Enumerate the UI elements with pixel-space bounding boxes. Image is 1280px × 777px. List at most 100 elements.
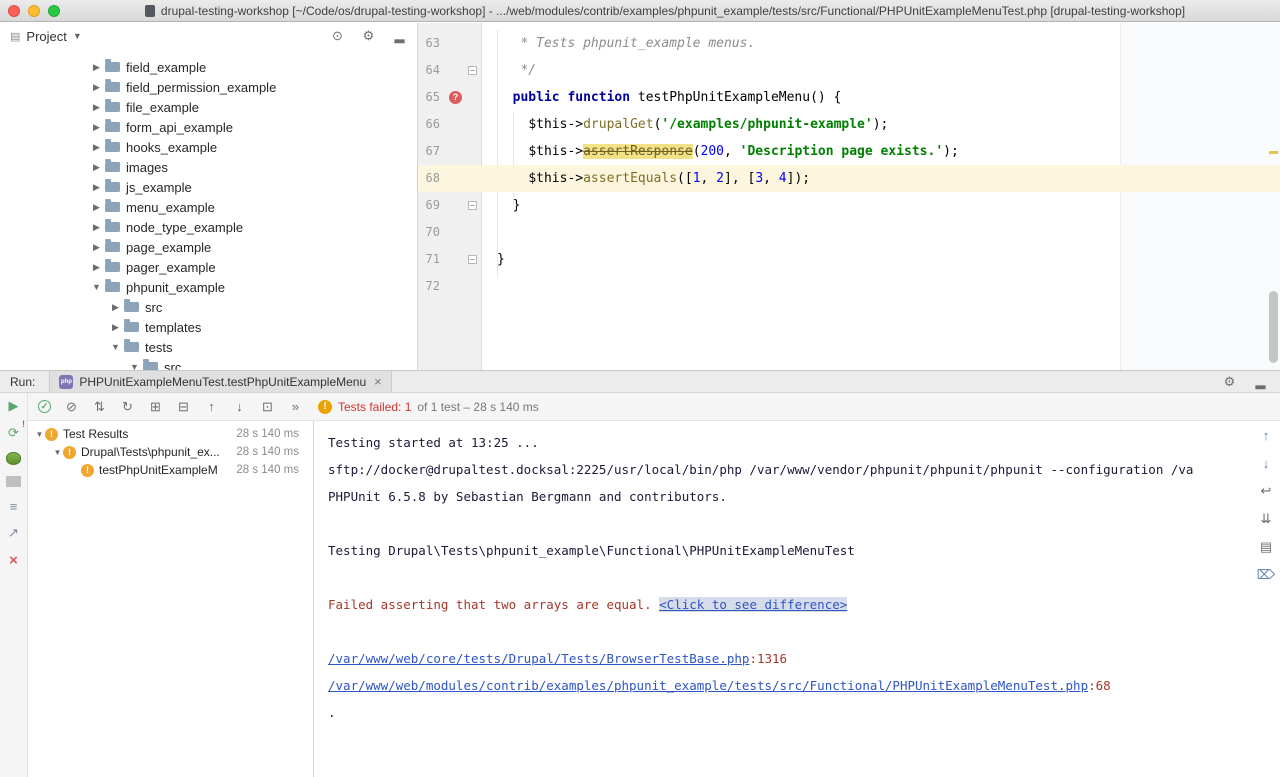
settings-gear-icon[interactable]: ⚙ [361, 28, 376, 44]
project-tree-item[interactable]: ▼src [0, 357, 417, 370]
tree-expand-icon[interactable]: ▶ [90, 162, 103, 173]
sort-by-duration-icon[interactable]: ↻ [120, 399, 135, 415]
stop-icon[interactable] [6, 476, 21, 487]
test-tree-item[interactable]: ▼!Drupal\Tests\phpunit_ex...28 s 140 ms [28, 443, 313, 461]
run-configuration-tab[interactable]: php PHPUnitExampleMenuTest.testPhpUnitEx… [49, 371, 391, 392]
folder-name: hooks_example [126, 140, 217, 155]
collapse-all-icon[interactable]: ⊟ [176, 399, 191, 415]
code-text[interactable]: $this->assertResponse(200, 'Description … [482, 138, 959, 165]
project-tree-item[interactable]: ▶js_example [0, 177, 417, 197]
project-tree-item[interactable]: ▶images [0, 157, 417, 177]
project-tree-item[interactable]: ▶page_example [0, 237, 417, 257]
tree-expand-icon[interactable]: ▶ [90, 262, 103, 273]
test-tree-item[interactable]: ▼!Test Results28 s 140 ms [28, 425, 313, 443]
see-difference-link[interactable]: <Click to see difference> [659, 597, 847, 612]
project-editor-splitter[interactable] [417, 23, 418, 370]
tree-expand-icon[interactable]: ▶ [90, 202, 103, 213]
import-tests-icon[interactable]: ⊡ [260, 399, 275, 415]
scroll-to-top-icon[interactable]: ↑ [1259, 427, 1274, 443]
project-tree-item[interactable]: ▼phpunit_example [0, 277, 417, 297]
clear-all-icon[interactable]: ⌦ [1257, 567, 1275, 583]
tree-expand-icon[interactable]: ▶ [90, 122, 103, 133]
tree-collapse-icon[interactable]: ▼ [128, 362, 141, 370]
hide-panel-icon[interactable]: ▂ [1253, 374, 1268, 390]
test-tree-item[interactable]: !testPhpUnitExampleM28 s 140 ms [28, 461, 313, 479]
run-toolbar-icons: ✓ ⊘ ⇅ ↻ ⊞ ⊟ ↑ ↓ ⊡ » [38, 399, 303, 415]
tree-expand-icon[interactable]: ▶ [109, 302, 122, 313]
minimize-window-button[interactable] [28, 5, 40, 17]
tree-expand-icon[interactable]: ▶ [109, 322, 122, 333]
project-panel-title[interactable]: Project [26, 29, 66, 44]
project-tree-item[interactable]: ▶field_example [0, 57, 417, 77]
rerun-failed-tests-icon[interactable]: ⟳! [6, 425, 21, 441]
project-tree-item[interactable]: ▶src [0, 297, 417, 317]
code-text[interactable]: } [482, 192, 520, 219]
fold-marker-icon[interactable]: − [468, 201, 477, 210]
code-token: $this [528, 171, 567, 186]
previous-failed-test-icon[interactable]: ↑ [204, 399, 219, 415]
soft-wrap-icon[interactable]: ↩ [1259, 483, 1274, 499]
rerun-icon[interactable]: ▶ [6, 398, 21, 414]
expand-all-icon[interactable]: ⊞ [148, 399, 163, 415]
project-tree-item[interactable]: ▶pager_example [0, 257, 417, 277]
tree-expand-icon[interactable]: ▶ [90, 182, 103, 193]
test-history-icon[interactable]: ≡ [6, 498, 21, 514]
tree-collapse-icon[interactable]: ▼ [90, 282, 103, 292]
code-text[interactable]: $this->drupalGet('/examples/phpunit-exam… [482, 111, 888, 138]
folder-icon [143, 362, 158, 370]
project-tree-item[interactable]: ▶ hooks_example [0, 137, 417, 157]
warning-stripe-mark[interactable] [1269, 151, 1278, 154]
project-tree-item[interactable]: ▶form_api_example [0, 117, 417, 137]
code-text[interactable] [482, 219, 497, 246]
close-window-button[interactable] [8, 5, 20, 17]
code-line: 70 [418, 219, 1280, 246]
project-tree-item[interactable]: ▶node_type_example [0, 217, 417, 237]
code-text[interactable]: $this->assertEquals([1, 2], [3, 4]); [482, 165, 810, 192]
tree-expand-icon[interactable]: ▶ [90, 82, 103, 93]
stack-trace-link[interactable]: /var/www/web/modules/contrib/examples/ph… [328, 678, 1088, 693]
print-icon[interactable]: ▤ [1259, 539, 1274, 555]
tab-close-icon[interactable]: × [374, 374, 382, 389]
tree-collapse-icon[interactable]: ▼ [109, 342, 122, 352]
fold-marker-icon[interactable]: − [468, 255, 477, 264]
project-tree-item[interactable]: ▶field_permission_example [0, 77, 417, 97]
export-test-results-icon[interactable]: ↗ [6, 525, 21, 541]
editor-scrollbar-thumb[interactable] [1269, 291, 1278, 363]
tree-expand-icon[interactable]: ▶ [90, 62, 103, 73]
scroll-to-bottom-icon[interactable]: ↓ [1259, 455, 1274, 471]
show-ignored-icon[interactable]: ⊘ [64, 399, 79, 415]
stack-trace-link[interactable]: /var/www/web/core/tests/Drupal/Tests/Bro… [328, 651, 749, 666]
project-tree-item[interactable]: ▼ tests [0, 337, 417, 357]
code-text[interactable]: * Tests phpunit_example menus. [482, 30, 755, 57]
scroll-to-end-icon[interactable]: ⇊ [1259, 511, 1274, 527]
gutter-cell: 72 [418, 273, 482, 300]
code-text[interactable]: public function testPhpUnitExampleMenu()… [482, 84, 841, 111]
show-passed-icon[interactable]: ✓ [38, 400, 51, 413]
breakpoint-icon[interactable]: ? [449, 91, 462, 104]
code-token: */ [497, 63, 536, 78]
tree-expand-icon[interactable]: ▶ [90, 142, 103, 153]
close-icon[interactable]: × [6, 552, 21, 568]
settings-gear-icon[interactable]: ⚙ [1222, 374, 1237, 390]
code-text[interactable]: } [482, 246, 505, 273]
tree-collapse-icon[interactable]: ▼ [52, 448, 63, 457]
code-text[interactable] [482, 273, 497, 300]
project-tree-item[interactable]: ▶templates [0, 317, 417, 337]
more-icon[interactable]: » [288, 399, 303, 415]
hide-panel-icon[interactable]: ▂ [392, 28, 407, 44]
tree-expand-icon[interactable]: ▶ [90, 222, 103, 233]
chevron-down-icon[interactable]: ▼ [73, 31, 82, 41]
sort-alphabetically-icon[interactable]: ⇅ [92, 399, 107, 415]
tree-expand-icon[interactable]: ▶ [90, 102, 103, 113]
tree-collapse-icon[interactable]: ▼ [34, 430, 45, 439]
project-tree-item[interactable]: ▶file_example [0, 97, 417, 117]
code-text[interactable]: */ [482, 57, 536, 84]
fold-marker-icon[interactable]: − [468, 66, 477, 75]
folder-name: tests [145, 340, 172, 355]
zoom-window-button[interactable] [48, 5, 60, 17]
debug-icon[interactable] [6, 452, 21, 465]
next-failed-test-icon[interactable]: ↓ [232, 399, 247, 415]
locate-file-icon[interactable]: ⊙ [330, 28, 345, 44]
tree-expand-icon[interactable]: ▶ [90, 242, 103, 253]
project-tree-item[interactable]: ▶menu_example [0, 197, 417, 217]
